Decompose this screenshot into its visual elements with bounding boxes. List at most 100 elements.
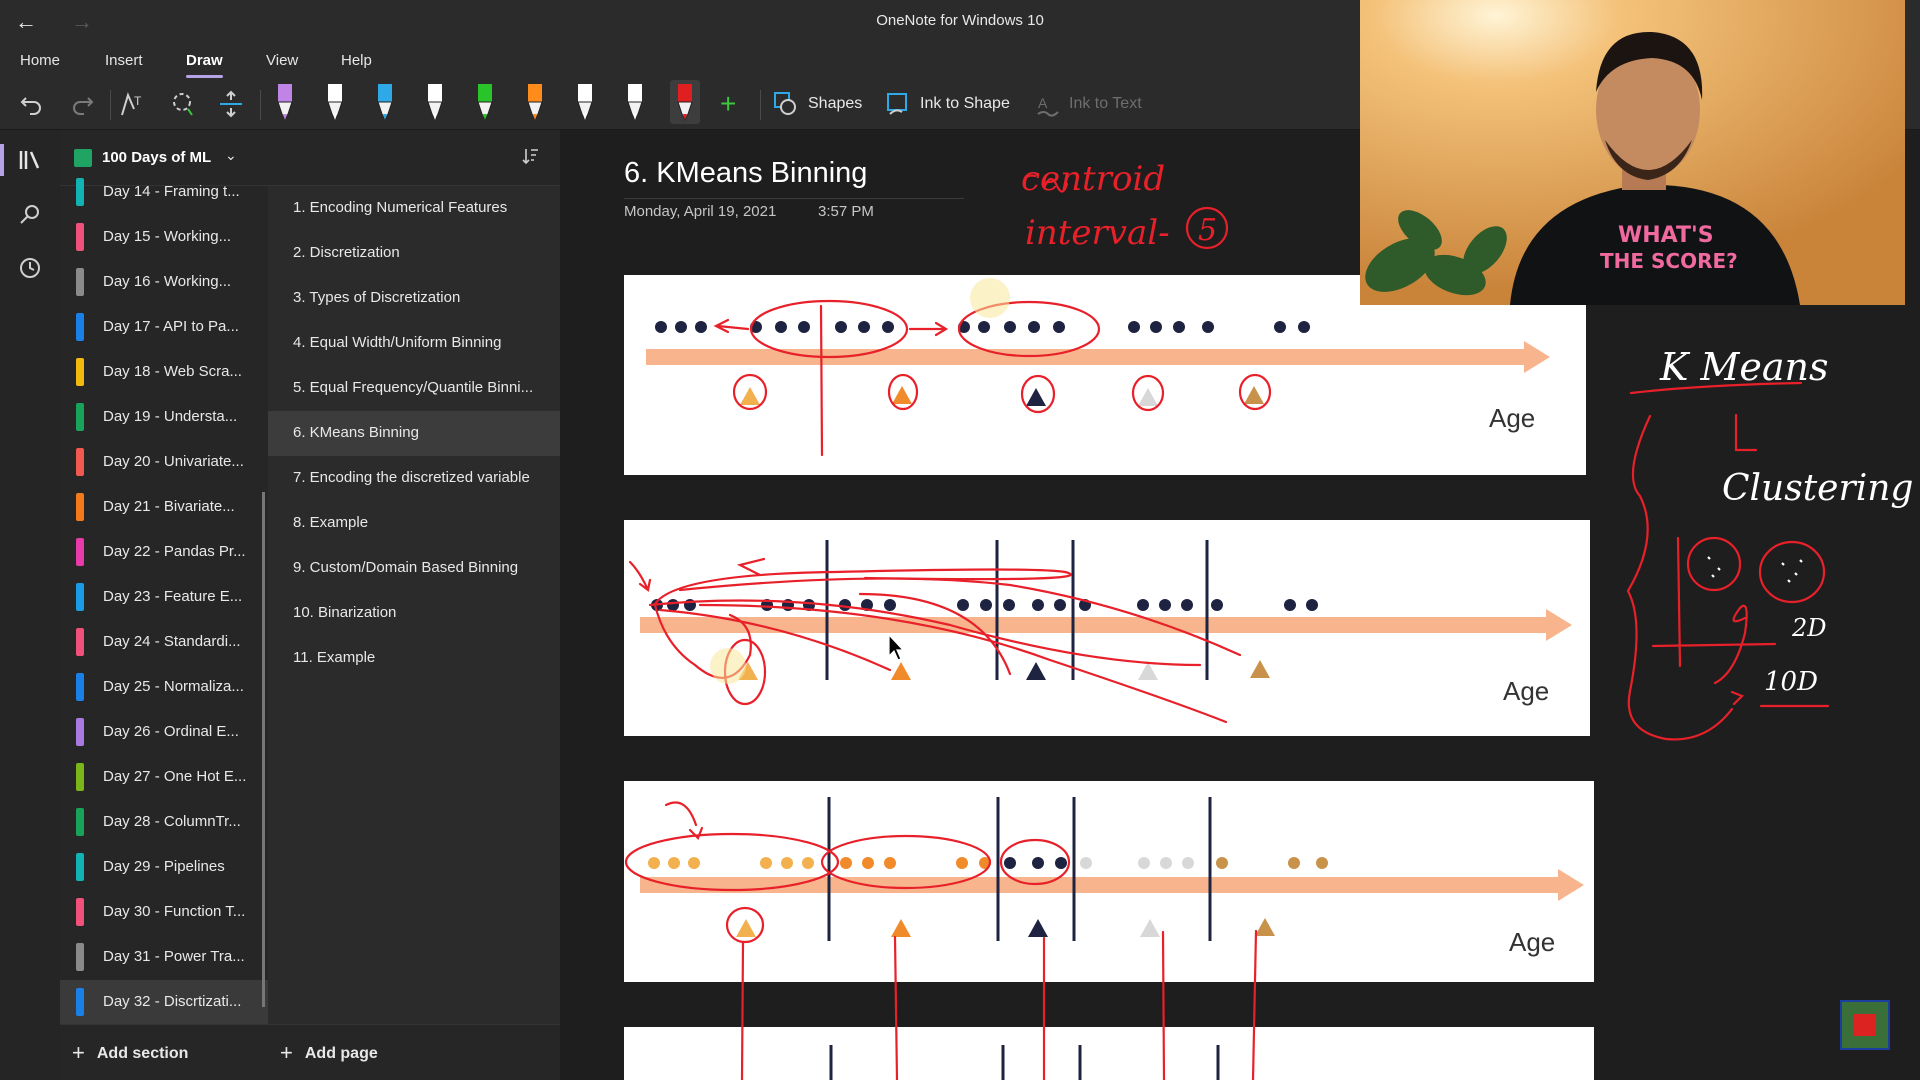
page-label: 6. KMeans Binning	[293, 424, 419, 441]
sections-scrollbar[interactable]	[262, 492, 265, 1007]
section-label: Day 21 - Bivariate...	[103, 498, 235, 515]
tab-help[interactable]: Help	[341, 52, 372, 69]
page-item[interactable]: 7. Encoding the discretized variable	[268, 456, 560, 501]
section-color-tab	[76, 493, 84, 521]
section-item[interactable]: Day 22 - Pandas Pr...	[60, 530, 268, 575]
pen-tool-6[interactable]	[520, 80, 550, 124]
page-label: 9. Custom/Domain Based Binning	[293, 559, 519, 576]
ribbon-separator	[110, 90, 111, 120]
pen-tool-5[interactable]	[470, 80, 500, 124]
page-item[interactable]: 11. Example	[268, 636, 560, 681]
section-item[interactable]: Day 17 - API to Pa...	[60, 305, 268, 350]
section-item[interactable]: Day 29 - Pipelines	[60, 845, 268, 890]
add-pen-icon[interactable]: +	[720, 88, 736, 120]
tab-view[interactable]: View	[266, 52, 298, 69]
page-date: Monday, April 19, 2021	[624, 203, 777, 220]
search-icon[interactable]	[14, 198, 46, 230]
section-item[interactable]: Day 23 - Feature E...	[60, 575, 268, 620]
recent-icon[interactable]	[14, 252, 46, 284]
pen-tool-2[interactable]	[320, 80, 350, 124]
slide-image-4	[624, 1027, 1594, 1080]
section-item[interactable]: Day 30 - Function T...	[60, 890, 268, 935]
section-label: Day 22 - Pandas Pr...	[103, 543, 246, 560]
section-color-tab	[76, 808, 84, 836]
section-item[interactable]: Day 20 - Univariate...	[60, 440, 268, 485]
age-axis-bar	[646, 349, 1526, 365]
add-page-button[interactable]: + Add page	[280, 1040, 378, 1066]
centroid-marker	[1244, 386, 1264, 404]
pen-tool-8[interactable]	[620, 80, 650, 124]
pen-tool-7[interactable]	[570, 80, 600, 124]
section-label: Day 14 - Framing t...	[103, 183, 240, 200]
cluster-1-points	[648, 857, 814, 869]
ink-to-shape-button[interactable]: Ink to Shape	[920, 95, 1010, 113]
logo-mark	[1854, 1014, 1876, 1036]
type-select-icon[interactable]: T	[118, 88, 148, 120]
pen-tool-1[interactable]	[270, 80, 300, 124]
lasso-select-icon[interactable]	[168, 88, 198, 120]
page-item[interactable]: 10. Binarization	[268, 591, 560, 636]
ribbon-separator	[760, 90, 761, 120]
centroid-marker	[891, 662, 911, 680]
shapes-button[interactable]: Shapes	[808, 95, 862, 113]
page-item[interactable]: 8. Example	[268, 501, 560, 546]
pen-tool-9[interactable]	[670, 80, 700, 124]
page-item[interactable]: 9. Custom/Domain Based Binning	[268, 546, 560, 591]
page-title[interactable]: 6. KMeans Binning	[624, 157, 867, 190]
ink-to-shape-icon[interactable]	[884, 88, 912, 120]
page-item[interactable]: 4. Equal Width/Uniform Binning	[268, 321, 560, 366]
centroid-marker	[1255, 918, 1275, 936]
centroid-marker	[1138, 388, 1158, 406]
section-item[interactable]: Day 28 - ColumnTr...	[60, 800, 268, 845]
section-item[interactable]: Day 31 - Power Tra...	[60, 935, 268, 980]
tab-draw[interactable]: Draw	[186, 52, 223, 78]
shapes-icon[interactable]	[772, 88, 800, 120]
ribbon-separator	[260, 90, 261, 120]
notebook-name[interactable]: 100 Days of ML	[102, 149, 211, 166]
centroid-marker	[1026, 662, 1046, 680]
section-label: Day 20 - Univariate...	[103, 453, 244, 470]
section-item[interactable]: Day 25 - Normaliza...	[60, 665, 268, 710]
pen-tool-3[interactable]	[370, 80, 400, 124]
section-label: Day 27 - One Hot E...	[103, 768, 247, 785]
centroid-marker	[736, 919, 756, 937]
tab-insert[interactable]: Insert	[105, 52, 143, 69]
add-section-button[interactable]: + Add section	[72, 1040, 188, 1066]
section-item[interactable]: Day 24 - Standardi...	[60, 620, 268, 665]
page-item[interactable]: 2. Discretization	[268, 231, 560, 276]
centroid-marker	[1140, 919, 1160, 937]
chevron-down-icon[interactable]: ⌄	[225, 147, 237, 164]
redo-icon[interactable]	[68, 88, 96, 120]
section-item[interactable]: Day 27 - One Hot E...	[60, 755, 268, 800]
page-label: 1. Encoding Numerical Features	[293, 199, 508, 216]
page-time: 3:57 PM	[818, 203, 874, 220]
tab-home[interactable]: Home	[20, 52, 60, 69]
svg-text:A: A	[1038, 95, 1048, 111]
section-item[interactable]: Day 19 - Understa...	[60, 395, 268, 440]
page-item[interactable]: 6. KMeans Binning	[268, 411, 560, 456]
age-axis-arrowhead	[1524, 341, 1550, 373]
age-axis-bar	[640, 877, 1560, 893]
section-item[interactable]: Day 14 - Framing t...	[60, 170, 268, 215]
section-item[interactable]: Day 21 - Bivariate...	[60, 485, 268, 530]
section-item[interactable]: Day 16 - Working...	[60, 260, 268, 305]
ink-to-text-button: Ink to Text	[1069, 95, 1142, 112]
section-item[interactable]: Day 15 - Working...	[60, 215, 268, 260]
add-space-icon[interactable]	[216, 88, 246, 120]
section-label: Day 19 - Understa...	[103, 408, 238, 425]
section-item[interactable]: Day 18 - Web Scra...	[60, 350, 268, 395]
page-item[interactable]: 3. Types of Discretization	[268, 276, 560, 321]
section-item[interactable]: Day 26 - Ordinal E...	[60, 710, 268, 755]
section-color-tab	[76, 313, 84, 341]
sort-icon[interactable]	[520, 146, 540, 172]
page-item[interactable]: 5. Equal Frequency/Quantile Binni...	[268, 366, 560, 411]
undo-icon[interactable]	[18, 88, 46, 120]
page-item[interactable]: 1. Encoding Numerical Features	[268, 186, 560, 231]
notebooks-icon[interactable]	[0, 144, 46, 176]
section-color-tab	[76, 178, 84, 206]
page-label: 7. Encoding the discretized variable	[293, 469, 530, 486]
title-underline	[624, 198, 964, 199]
pen-tool-4[interactable]	[420, 80, 450, 124]
axis-label: Age	[1489, 403, 1536, 433]
section-item[interactable]: Day 32 - Discrtizati...	[60, 980, 268, 1025]
